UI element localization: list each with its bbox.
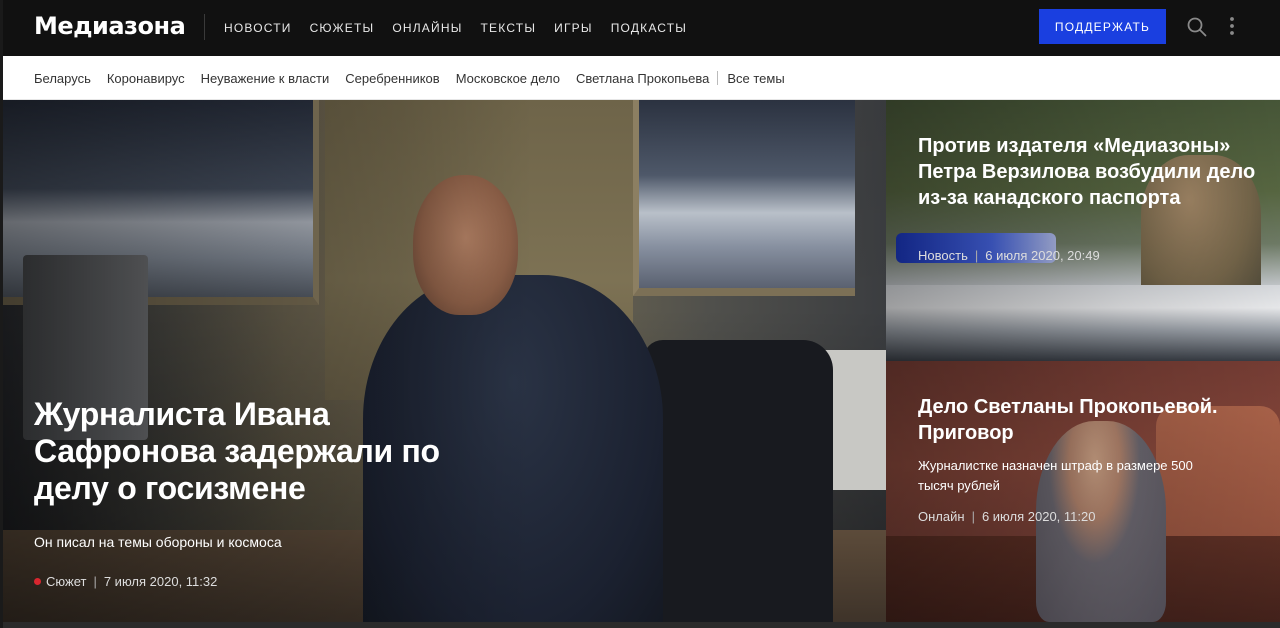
card-headline[interactable]: Дело Светланы Прокопьевой. Приговор [918,394,1258,446]
hero-date: 7 июля 2020, 11:32 [103,574,218,589]
bottom-strip [3,622,1280,628]
support-button-label: Поддержать [1054,19,1151,34]
card-lead: Журналистке назначен штраф в размере 500… [918,458,1193,493]
topic-link[interactable]: Московское дело [456,71,560,86]
support-button[interactable]: Поддержать [1039,9,1166,44]
topic-link[interactable]: Серебренников [345,71,439,86]
topic-link[interactable]: Беларусь [34,71,91,86]
nav-podcasts[interactable]: Подкасты [611,21,687,35]
topic-link[interactable]: Неуважение к власти [201,71,330,86]
hero-kind[interactable]: Сюжет [46,574,86,589]
card-meta: Новость | 6 июля 2020, 20:49 [918,248,1100,263]
meta-separator: | [93,574,97,589]
nav-stories[interactable]: Сюжеты [310,21,375,35]
main-nav: Новости Сюжеты Онлайны Тексты Игры Подка… [224,0,705,56]
topic-link[interactable]: Коронавирус [107,71,185,86]
nav-news[interactable]: Новости [224,21,292,35]
more-menu-icon[interactable] [1222,14,1242,38]
card-meta: Онлайн | 6 июля 2020, 11:20 [918,509,1095,524]
meta-separator: | [974,248,979,263]
all-topics-link[interactable]: Все темы [727,71,784,86]
story-card[interactable]: Против издателя «Медиазоны» Петра Верзил… [886,100,1280,361]
site-logo[interactable]: Медиазона [34,11,186,41]
story-card[interactable]: Дело Светланы Прокопьевой. Приговор Журн… [886,361,1280,622]
logo-divider [204,14,205,40]
topic-link[interactable]: Светлана Прокопьева [576,71,709,86]
meta-separator: | [971,509,975,524]
story-dot-icon [34,578,41,585]
card-date: 6 июля 2020, 20:49 [985,248,1100,263]
hero-headline[interactable]: Журналиста Ивана Сафронова задержали по … [34,396,454,507]
nav-games[interactable]: Игры [554,21,593,35]
hero-meta: Сюжет | 7 июля 2020, 11:32 [34,574,217,589]
card-kind[interactable]: Онлайн [918,509,965,524]
topics-divider [717,71,719,85]
hero-lead: Он писал на темы обороны и космоса [34,534,282,550]
hero-story[interactable]: Журналиста Ивана Сафронова задержали по … [3,100,886,622]
top-bar: Медиазона Новости Сюжеты Онлайны Тексты … [3,0,1280,56]
topics-bar: Беларусь Коронавирус Неуважение к власти… [3,56,1280,100]
nav-onlines[interactable]: Онлайны [392,21,462,35]
nav-texts[interactable]: Тексты [481,21,537,35]
search-icon[interactable] [1186,16,1208,38]
topics-list: Беларусь Коронавирус Неуважение к власти… [34,56,801,100]
card-kind[interactable]: Новость [918,248,968,263]
card-headline[interactable]: Против издателя «Медиазоны» Петра Верзил… [918,133,1258,211]
page: Медиазона Новости Сюжеты Онлайны Тексты … [3,0,1280,628]
card-date: 6 июля 2020, 11:20 [981,509,1096,524]
